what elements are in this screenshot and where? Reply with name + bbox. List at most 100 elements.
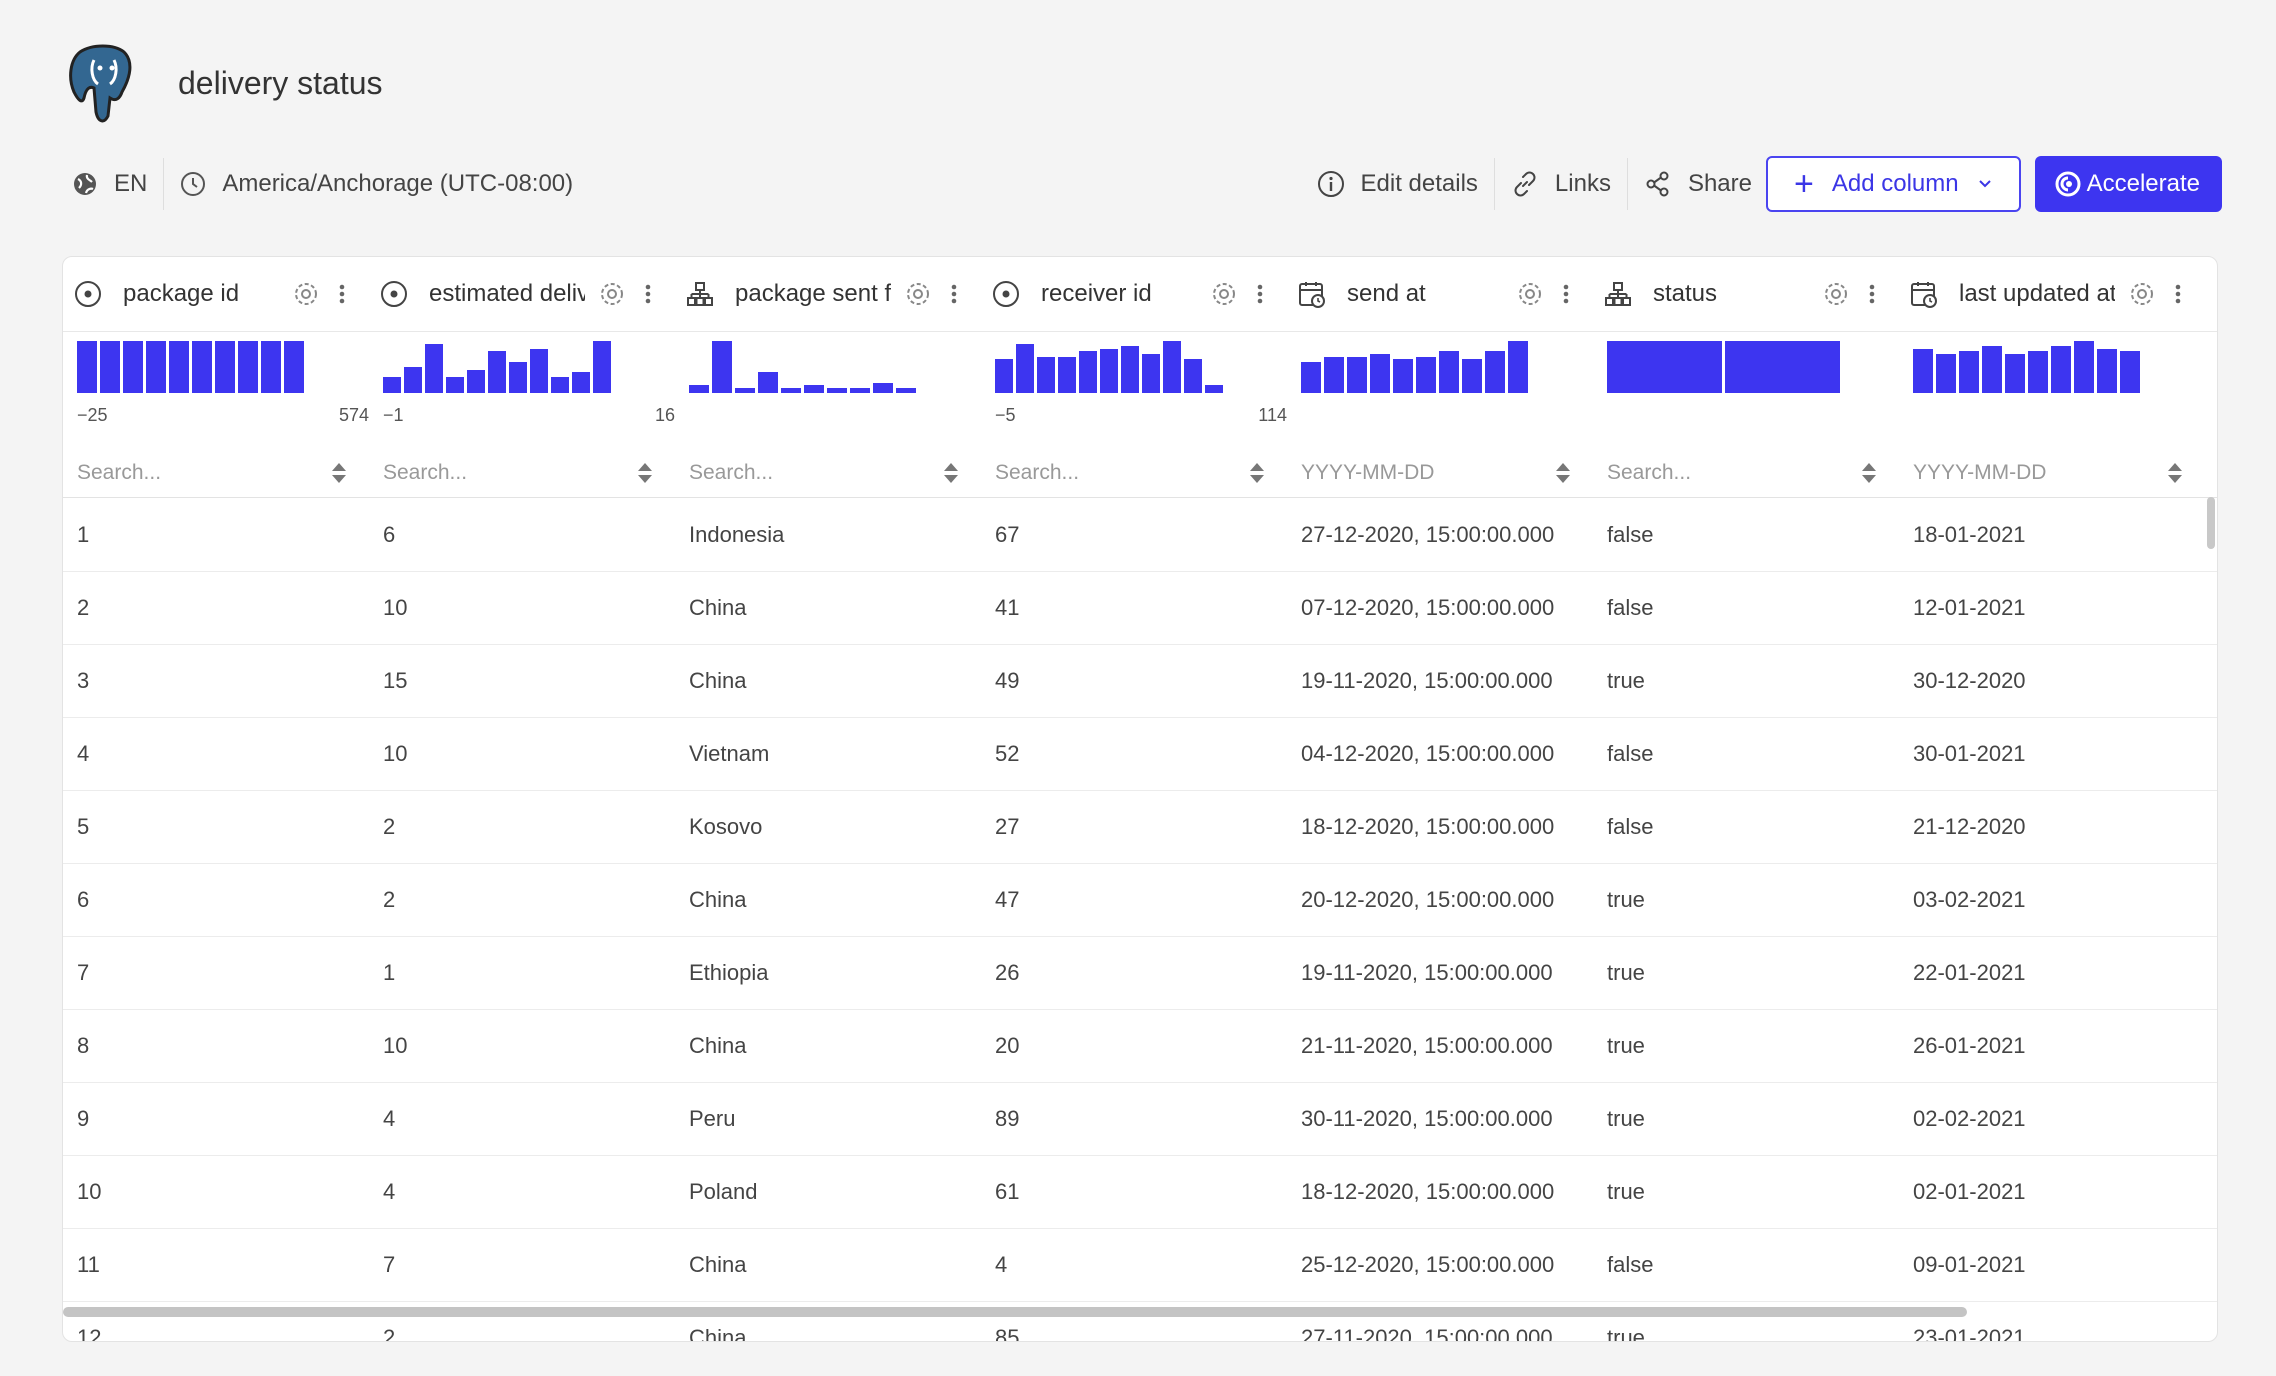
table-cell[interactable]: 10 <box>383 717 669 790</box>
gear-icon[interactable] <box>1209 279 1239 314</box>
table-row[interactable]: 11 7 China 4 25-12-2020, 15:00:00.000 false 09… <box>63 1228 2217 1302</box>
table-cell[interactable]: 09-01-2021 <box>1913 1228 2199 1301</box>
gear-icon[interactable] <box>1821 279 1851 314</box>
table-cell[interactable]: China <box>689 571 975 644</box>
column-filter-input[interactable]: YYYY-MM-DD <box>1301 453 1573 493</box>
table-cell[interactable]: 22-01-2021 <box>1913 936 2199 1009</box>
table-cell[interactable]: 4 <box>383 1082 669 1155</box>
column-histogram[interactable] <box>689 341 919 393</box>
table-row[interactable]: 1 6 Indonesia 67 27-12-2020, 15:00:00.000 fal… <box>63 498 2217 572</box>
column-histogram[interactable] <box>77 341 307 393</box>
sort-icon[interactable] <box>635 459 655 487</box>
table-cell[interactable]: 03-02-2021 <box>1913 863 2199 936</box>
table-cell[interactable]: 20-12-2020, 15:00:00.000 <box>1301 863 1587 936</box>
column-histogram[interactable] <box>383 341 614 393</box>
table-cell[interactable]: 2 <box>77 571 363 644</box>
column-histogram[interactable] <box>1607 341 1843 393</box>
table-row[interactable]: 4 10 Vietnam 52 04-12-2020, 15:00:00.000 fals… <box>63 717 2217 791</box>
timezone-selector[interactable]: America/Anchorage (UTC-08:00) <box>180 156 573 212</box>
table-cell[interactable]: China <box>689 644 975 717</box>
table-cell[interactable]: Poland <box>689 1155 975 1228</box>
table-row[interactable]: 8 10 China 20 21-11-2020, 15:00:00.000 true 26… <box>63 1009 2217 1083</box>
table-row[interactable]: 7 1 Ethiopia 26 19-11-2020, 15:00:00.000 true… <box>63 936 2217 1010</box>
table-cell[interactable]: 49 <box>995 644 1281 717</box>
table-cell[interactable]: 02-02-2021 <box>1913 1082 2199 1155</box>
column-filter-input[interactable]: YYYY-MM-DD <box>1913 453 2185 493</box>
table-cell[interactable]: 02-01-2021 <box>1913 1155 2199 1228</box>
table-cell[interactable]: 9 <box>77 1082 363 1155</box>
table-cell[interactable]: 30-12-2020 <box>1913 644 2199 717</box>
table-cell[interactable]: true <box>1607 863 1893 936</box>
table-row[interactable]: 10 4 Poland 61 18-12-2020, 15:00:00.000 true 0… <box>63 1155 2217 1229</box>
table-cell[interactable]: 89 <box>995 1082 1281 1155</box>
kebab-menu-icon[interactable] <box>645 279 651 314</box>
table-cell[interactable]: 07-12-2020, 15:00:00.000 <box>1301 571 1587 644</box>
sort-icon[interactable] <box>1553 459 1573 487</box>
table-cell[interactable]: 21-11-2020, 15:00:00.000 <box>1301 1009 1587 1082</box>
table-cell[interactable]: 47 <box>995 863 1281 936</box>
table-cell[interactable]: 10 <box>383 1009 669 1082</box>
column-histogram[interactable] <box>1913 341 2143 393</box>
table-cell[interactable]: false <box>1607 1228 1893 1301</box>
table-cell[interactable]: 3 <box>77 644 363 717</box>
table-cell[interactable]: 52 <box>995 717 1281 790</box>
table-cell[interactable]: 30-01-2021 <box>1913 717 2199 790</box>
sort-icon[interactable] <box>329 459 349 487</box>
table-cell[interactable]: 27-12-2020, 15:00:00.000 <box>1301 498 1587 571</box>
table-cell[interactable]: 7 <box>383 1228 669 1301</box>
table-cell[interactable]: Vietnam <box>689 717 975 790</box>
table-cell[interactable]: Ethiopia <box>689 936 975 1009</box>
table-cell[interactable]: 18-12-2020, 15:00:00.000 <box>1301 1155 1587 1228</box>
accelerate-button[interactable]: Accelerate <box>2034 156 2222 212</box>
edit-details-button[interactable]: Edit details <box>1317 156 1478 212</box>
table-cell[interactable]: false <box>1607 498 1893 571</box>
horizontal-scrollbar[interactable] <box>63 1307 1967 1317</box>
table-cell[interactable]: Peru <box>689 1082 975 1155</box>
column-histogram[interactable] <box>1301 341 1531 393</box>
table-cell[interactable]: 2 <box>383 863 669 936</box>
column-filter-input[interactable]: Search... <box>995 453 1267 493</box>
column-filter-input[interactable]: Search... <box>689 453 961 493</box>
table-cell[interactable]: China <box>689 863 975 936</box>
table-cell[interactable]: 61 <box>995 1155 1281 1228</box>
table-cell[interactable]: true <box>1607 1082 1893 1155</box>
vertical-scrollbar[interactable] <box>2207 497 2215 549</box>
links-button[interactable]: Links <box>1511 156 1611 212</box>
gear-icon[interactable] <box>597 279 627 314</box>
table-cell[interactable]: 30-11-2020, 15:00:00.000 <box>1301 1082 1587 1155</box>
table-row[interactable]: 3 15 China 49 19-11-2020, 15:00:00.000 true 30… <box>63 644 2217 718</box>
sort-icon[interactable] <box>941 459 961 487</box>
language-selector[interactable]: EN <box>72 156 147 212</box>
table-cell[interactable]: 25-12-2020, 15:00:00.000 <box>1301 1228 1587 1301</box>
column-filter-input[interactable]: Search... <box>77 453 349 493</box>
share-button[interactable]: Share <box>1644 156 1752 212</box>
kebab-menu-icon[interactable] <box>1563 279 1569 314</box>
gear-icon[interactable] <box>903 279 933 314</box>
table-cell[interactable]: false <box>1607 717 1893 790</box>
kebab-menu-icon[interactable] <box>951 279 957 314</box>
table-cell[interactable]: 67 <box>995 498 1281 571</box>
table-cell[interactable]: 6 <box>77 863 363 936</box>
table-cell[interactable]: Indonesia <box>689 498 975 571</box>
kebab-menu-icon[interactable] <box>2175 279 2181 314</box>
table-cell[interactable]: true <box>1607 936 1893 1009</box>
gear-icon[interactable] <box>2127 279 2157 314</box>
table-cell[interactable]: 2 <box>383 790 669 863</box>
sort-icon[interactable] <box>1247 459 1267 487</box>
table-cell[interactable]: 7 <box>77 936 363 1009</box>
table-row[interactable]: 9 4 Peru 89 30-11-2020, 15:00:00.000 true 02-0… <box>63 1082 2217 1156</box>
table-cell[interactable]: 12-01-2021 <box>1913 571 2199 644</box>
table-cell[interactable]: 6 <box>383 498 669 571</box>
gear-icon[interactable] <box>291 279 321 314</box>
table-cell[interactable]: 4 <box>77 717 363 790</box>
sort-icon[interactable] <box>1859 459 1879 487</box>
column-filter-input[interactable]: Search... <box>383 453 655 493</box>
table-cell[interactable]: China <box>689 1009 975 1082</box>
table-cell[interactable]: 10 <box>383 571 669 644</box>
column-histogram[interactable] <box>995 341 1226 393</box>
table-row[interactable]: 2 10 China 41 07-12-2020, 15:00:00.000 false 1… <box>63 571 2217 645</box>
table-cell[interactable]: 1 <box>77 498 363 571</box>
table-cell[interactable]: 5 <box>77 790 363 863</box>
table-cell[interactable]: 19-11-2020, 15:00:00.000 <box>1301 644 1587 717</box>
table-cell[interactable]: 4 <box>383 1155 669 1228</box>
